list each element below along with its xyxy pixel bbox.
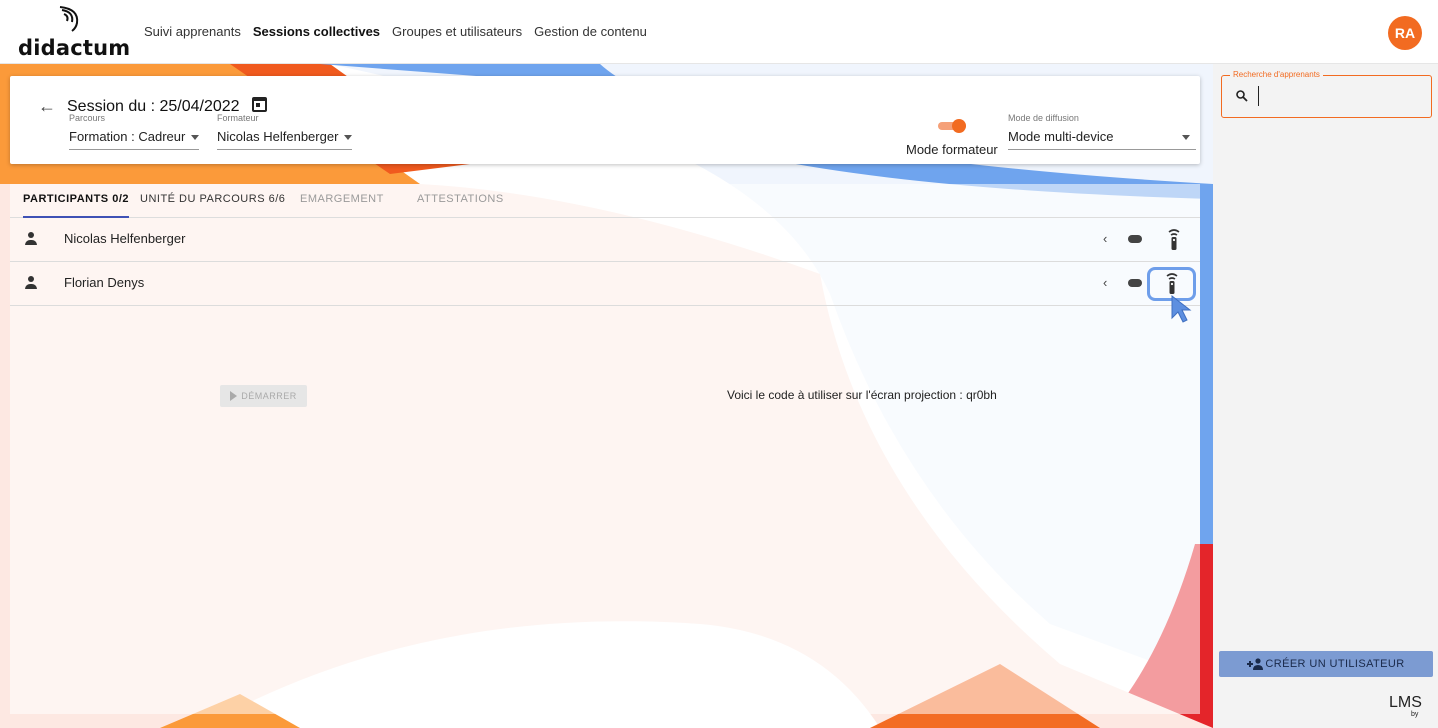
learner-search-box[interactable]: Recherche d'apprenants — [1221, 70, 1432, 118]
participant-row[interactable]: Florian Denys ‹ — [10, 262, 1200, 306]
lms-by-text: by — [1411, 711, 1419, 718]
toggle-knob — [952, 119, 966, 133]
user-avatar[interactable]: RA — [1388, 16, 1422, 50]
tab-bar: PARTICIPANTS 0/2 UNITÉ DU PARCOURS 6/6 E… — [10, 184, 1200, 218]
search-label: Recherche d'apprenants — [1230, 70, 1323, 79]
participant-name: Nicolas Helfenberger — [64, 231, 186, 246]
tab-attestations[interactable]: ATTESTATIONS — [417, 184, 504, 218]
formateur-select[interactable]: Nicolas Helfenberger — [217, 129, 353, 150]
diffusion-value: Mode multi-device — [1008, 129, 1114, 144]
parcours-value: Formation : Cadreur — [69, 129, 186, 144]
diffusion-select[interactable]: Mode multi-device — [1008, 129, 1196, 150]
parcours-label: Parcours — [69, 113, 106, 123]
parcours-select[interactable]: Formation : Cadreur — [69, 129, 200, 150]
search-icon — [1236, 90, 1248, 102]
add-user-icon — [1247, 658, 1264, 670]
logo-text: didactum — [18, 36, 131, 60]
person-icon — [24, 276, 38, 290]
nav-gestion-contenu[interactable]: Gestion de contenu — [534, 24, 647, 39]
chevron-left-icon[interactable]: ‹ — [1103, 231, 1107, 246]
chevron-down-icon — [344, 135, 353, 141]
tab-emargement[interactable]: EMARGEMENT — [300, 184, 384, 218]
formateur-label: Formateur — [217, 113, 259, 123]
main-nav: Suivi apprenants Sessions collectives Gr… — [144, 24, 647, 39]
logo[interactable]: didactum — [18, 6, 131, 60]
diffusion-label: Mode de diffusion — [1008, 113, 1079, 123]
mode-formateur-label: Mode formateur — [906, 142, 998, 157]
main-area: ← Session du : 25/04/2022 Parcours Forma… — [0, 64, 1213, 728]
session-content: PARTICIPANTS 0/2 UNITÉ DU PARCOURS 6/6 E… — [10, 184, 1200, 714]
chevron-down-icon — [191, 135, 200, 141]
start-button-label: DÉMARRER — [241, 391, 297, 401]
play-icon — [230, 391, 238, 401]
formateur-value: Nicolas Helfenberger — [217, 129, 339, 144]
chevron-down-icon — [1182, 135, 1190, 140]
projection-code-message: Voici le code à utiliser sur l'écran pro… — [727, 388, 997, 402]
create-user-label: CRÉER UN UTILISATEUR — [1265, 658, 1405, 670]
mouse-cursor-icon — [1171, 294, 1192, 323]
nav-sessions-collectives[interactable]: Sessions collectives — [253, 24, 380, 39]
learner-search-input[interactable] — [1258, 86, 1423, 106]
participant-name: Florian Denys — [64, 275, 145, 290]
mode-formateur-toggle[interactable] — [938, 119, 968, 133]
logo-mark-icon — [59, 6, 79, 32]
device-pill-icon[interactable] — [1128, 235, 1142, 243]
session-card: ← Session du : 25/04/2022 Parcours Forma… — [10, 76, 1200, 164]
start-button[interactable]: DÉMARRER — [220, 385, 307, 407]
chevron-left-icon[interactable]: ‹ — [1103, 275, 1107, 290]
device-pill-icon[interactable] — [1128, 279, 1142, 287]
tab-participants[interactable]: PARTICIPANTS 0/2 — [23, 184, 129, 218]
nav-groupes-utilisateurs[interactable]: Groupes et utilisateurs — [392, 24, 522, 39]
back-arrow-icon[interactable]: ← — [38, 96, 56, 117]
top-bar: didactum Suivi apprenants Sessions colle… — [0, 0, 1438, 64]
participant-row[interactable]: Nicolas Helfenberger ‹ — [10, 218, 1200, 262]
nav-suivi-apprenants[interactable]: Suivi apprenants — [144, 24, 241, 39]
remote-control-icon[interactable] — [1162, 227, 1186, 253]
tab-unite-parcours[interactable]: UNITÉ DU PARCOURS 6/6 — [140, 184, 285, 218]
create-user-button[interactable]: CRÉER UN UTILISATEUR — [1219, 651, 1433, 677]
right-panel: Recherche d'apprenants CRÉER UN UTILISAT… — [1213, 64, 1438, 728]
lms-logo-text: LMS — [1389, 694, 1422, 711]
calendar-icon[interactable] — [252, 97, 267, 112]
person-icon — [24, 232, 38, 246]
